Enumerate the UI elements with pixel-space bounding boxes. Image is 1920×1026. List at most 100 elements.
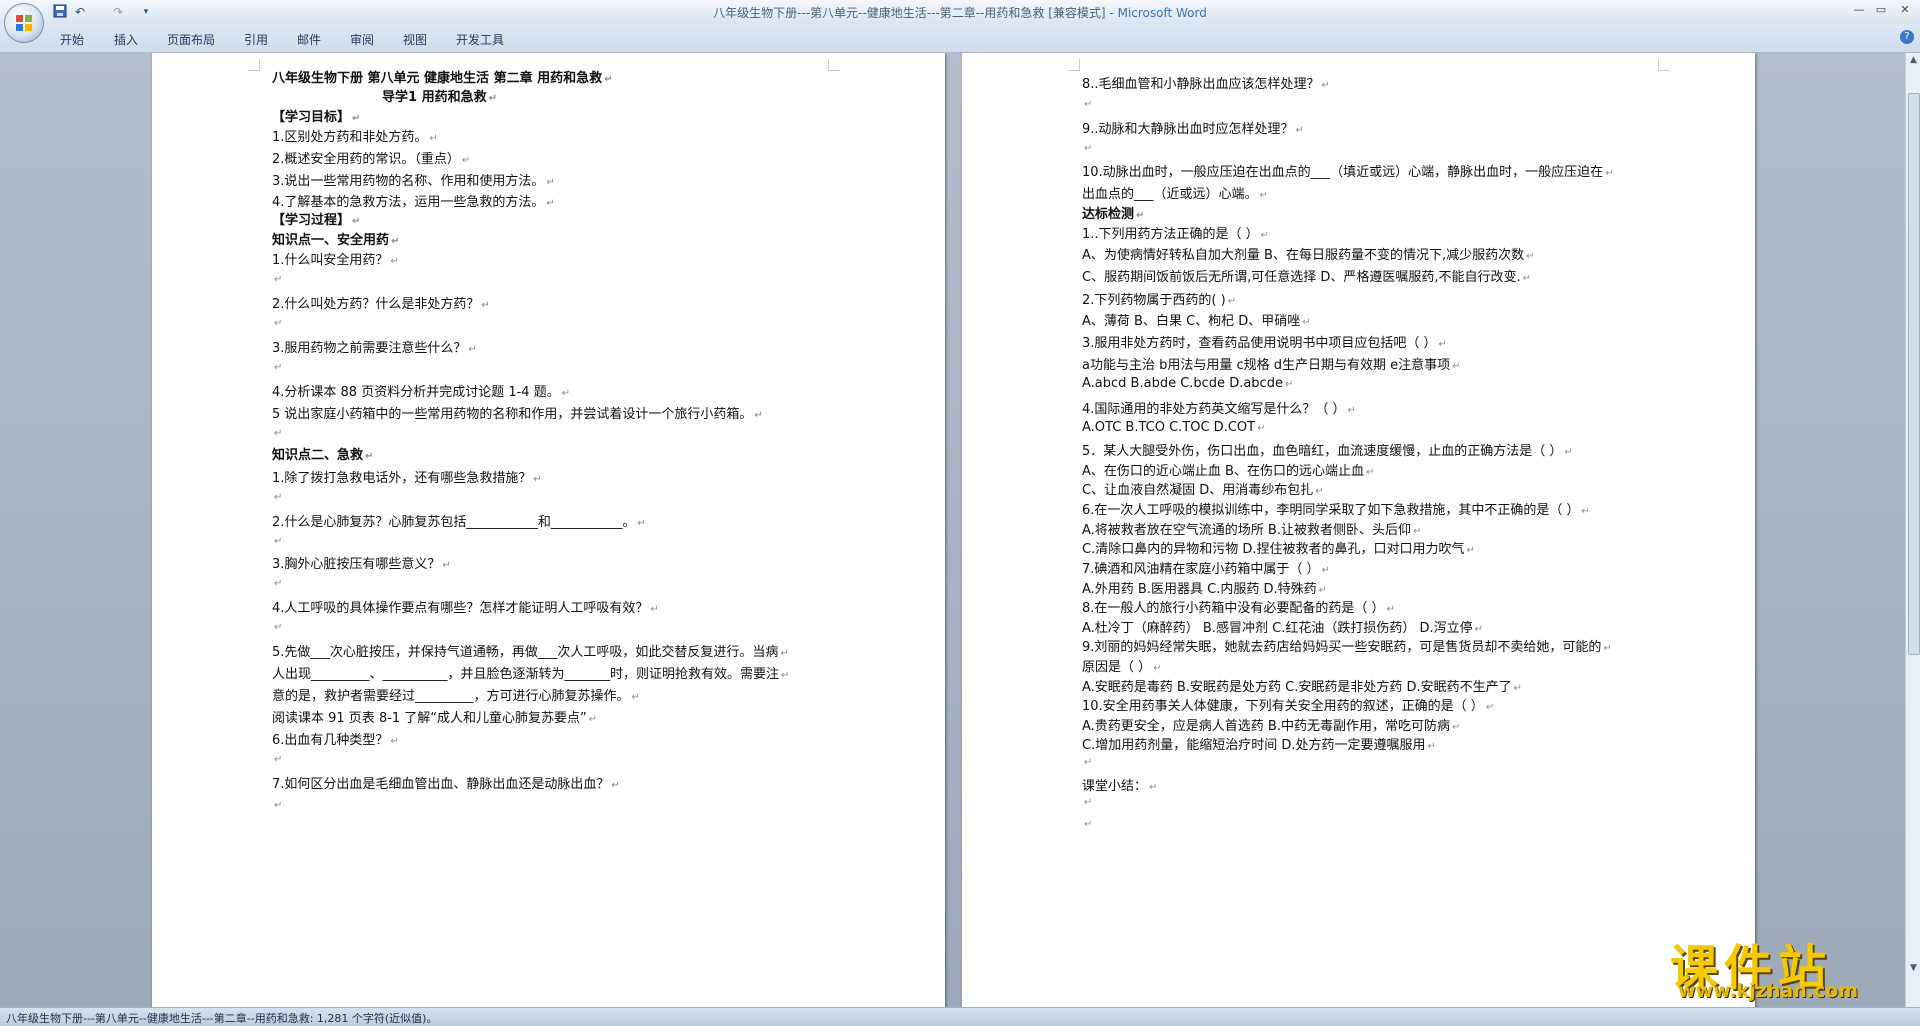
paragraph-mark-icon: ↵ [429,133,438,144]
paragraph-line: 10.安全用药事关人体健康，下列有关安全用药的叙述，正确的是（ ） ↵ [1082,695,1494,714]
paragraph-mark-icon: ↵ [604,74,613,85]
line-text: 6.出血有几种类型？ [272,733,389,748]
paragraph-mark-icon: ↵ [274,754,283,765]
line-text: 3.胸外心脏按压有哪些意义？ [272,557,441,572]
paragraph-mark-icon: ↵ [1526,251,1535,262]
paragraph-line: 7.碘酒和风油精在家庭小药箱中属于（ ） ↵ [1082,558,1330,577]
paragraph-mark-icon: ↵ [754,410,763,421]
paragraph-mark-icon: ↵ [488,93,497,104]
paragraph-line: 4.人工呼吸的具体操作要点有哪些？怎样才能证明人工呼吸有效？ ↵ [272,597,659,616]
help-icon[interactable]: ? [1900,30,1914,44]
line-text: 知识点二、急救 [272,448,364,463]
paragraph-line: A.安眠药是毒药 B.安眠药是处方药 C.安眠药是非处方药 D.安眠药不生产了 ↵ [1082,676,1522,695]
line-text: 1.区别处方药和非处方药。 [272,130,428,145]
tab-insert[interactable]: 插入 [114,31,138,48]
paragraph-mark-icon: ↵ [1153,663,1162,674]
document-page-1[interactable]: 八年级生物下册 第八单元 健康地生活 第二章 用药和急救 ↵ 导学1 用药和急救 ↵ 【… [152,53,945,1007]
paragraph-line: A.贵药更安全，应是病人首选药 B.中药无毒副作用，常吃可防病 ↵ [1082,715,1460,734]
paragraph-mark-icon: ↵ [546,198,555,209]
paragraph-line: 2.下列药物属于西药的( ) ↵ [1082,289,1236,308]
line-text: 10.安全用药事关人体健康，下列有关安全用药的叙述，正确的是（ ） [1082,699,1484,714]
paragraph-line: ↵ [272,271,282,286]
paragraph-line: 【学习目标】 ↵ [272,106,360,125]
paragraph-line: 4.分析课本 88 页资料分析并完成讨论题 1-4 题。 ↵ [272,381,570,400]
paragraph-line: A、在伤口的近心端止血 B、在伤口的远心端止血 ↵ [1082,460,1374,479]
tab-view[interactable]: 视图 [403,31,427,48]
paragraph-line: 出血点的___（近或远）心端。 ↵ [1082,183,1268,202]
paragraph-line: ↵ [272,575,282,590]
paragraph-line: 10.动脉出血时，一般应压迫在出血点的___（填近或远）心端，静脉出血时，一般应… [1082,161,1614,180]
paragraph-line: A.将被救者放在空气流通的场所 B.让被救者侧卧、头后仰 ↵ [1082,519,1421,538]
scroll-up-icon[interactable]: ▲ [1908,55,1919,66]
vertical-scrollbar[interactable]: ▲ ▼ [1905,53,1920,1007]
paragraph-line: ↵ [272,425,282,440]
line-text: 意的是，救护者需要经过_________，方可进行心肺复苏操作。 [272,689,630,704]
close-icon[interactable]: ✕ [1896,3,1914,17]
paragraph-mark-icon: ↵ [1260,230,1270,241]
document-page-2[interactable]: 8..毛细血管和小静脉出血应该怎样处理？ ↵ ↵ 9..动脉和大静脉出血时应怎样处理？… [962,53,1755,1007]
tab-review[interactable]: 审阅 [350,31,374,48]
tab-page-layout[interactable]: 页面布局 [167,31,215,48]
paragraph-mark-icon: ↵ [1513,683,1522,694]
paragraph-line: 9..动脉和大静脉出血时应怎样处理？ ↵ [1082,118,1304,137]
site-watermark: 课件站 www.kjzhan.com [1660,928,1905,1004]
paragraph-mark-icon: ↵ [274,362,283,373]
status-bar: 八年级生物下册---第八单元--健康地生活---第二章--用药和急救: 1,28… [0,1007,1920,1026]
paragraph-mark-icon: ↵ [1427,741,1436,752]
crop-mark [1658,59,1670,71]
office-button-icon[interactable] [4,3,44,43]
paragraph-mark-icon: ↵ [1295,125,1304,136]
paragraph-line: 导学1 用药和急救 ↵ [382,86,497,105]
paragraph-line: 8..毛细血管和小静脉出血应该怎样处理？ ↵ [1082,73,1330,92]
minimize-icon[interactable]: — [1850,3,1868,17]
paragraph-line: 6.出血有几种类型？ ↵ [272,729,399,748]
paragraph-line: 1.区别处方药和非处方药。 ↵ [272,126,438,145]
paragraph-mark-icon: ↵ [1581,506,1590,517]
scroll-down-icon[interactable]: ▼ [1908,963,1919,974]
paragraph-mark-icon: ↵ [1474,624,1483,635]
paragraph-line: 【学习过程】 ↵ [272,209,360,228]
paragraph-mark-icon: ↵ [274,800,283,811]
line-text: 5.先做___次心脏按压，并保持气道通畅，再做___次人工呼吸，如此交替反复进行… [272,645,779,660]
paragraph-mark-icon: ↵ [352,113,361,124]
paragraph-mark-icon: ↵ [481,300,490,311]
paragraph-mark-icon: ↵ [274,578,283,589]
document-workspace[interactable]: 八年级生物下册 第八单元 健康地生活 第二章 用药和急救 ↵ 导学1 用药和急救 ↵ 【… [0,53,1905,1007]
paragraph-line: C.清除口鼻内的异物和污物 D.捏住被救者的鼻孔，口对口用力吹气 ↵ [1082,538,1475,557]
paragraph-mark-icon: ↵ [1466,545,1475,556]
paragraph-mark-icon: ↵ [1365,467,1375,478]
paragraph-mark-icon: ↵ [1321,80,1330,91]
maximize-icon[interactable]: ▭ [1872,3,1890,17]
paragraph-line: 4.了解基本的急救方法，运用一些急救的方法。 ↵ [272,191,555,210]
paragraph-line: A、薄荷 B、白果 C、枸杞 D、甲硝唑 ↵ [1082,310,1311,329]
tab-home[interactable]: 开始 [60,31,84,48]
paragraph-line: 2.什么是心肺复苏？心肺复苏包括___________和___________。… [272,511,646,530]
paragraph-mark-icon: ↵ [650,604,659,615]
line-text: 课堂小结： [1082,779,1148,794]
tab-mailings[interactable]: 邮件 [297,31,321,48]
paragraph-mark-icon: ↵ [588,714,598,725]
paragraph-line: 9.刘丽的妈妈经常失眠，她就去药店给妈妈买一些安眠药，可是售货员却不卖给她，可能… [1082,636,1612,655]
line-text: 4.人工呼吸的具体操作要点有哪些？怎样才能证明人工呼吸有效？ [272,601,649,616]
paragraph-line: 3.服用药物之前需要注意些什么？ ↵ [272,337,477,356]
tab-developer[interactable]: 开发工具 [456,31,504,48]
paragraph-line: ↵ [272,359,282,374]
paragraph-mark-icon: ↵ [561,388,571,399]
paragraph-mark-icon: ↵ [1386,604,1395,615]
paragraph-line: 3.胸外心脏按压有哪些意义？ ↵ [272,553,451,572]
paragraph-line: 意的是，救护者需要经过_________，方可进行心肺复苏操作。 ↵ [272,685,640,704]
scrollbar-thumb[interactable] [1908,93,1920,655]
line-text: 人出现_________、__________，并且脸色逐渐转为_______时… [272,667,780,682]
paragraph-line: ↵ [1082,794,1092,809]
paragraph-mark-icon: ↵ [274,492,283,503]
paragraph-mark-icon: ↵ [1522,273,1532,284]
paragraph-line: 4.国际通用的非处方药英文缩写是什么？（ ） ↵ [1082,398,1356,417]
paragraph-line: ↵ [272,751,282,766]
paragraph-line: C.增加用药剂量，能缩短治疗时间 D.处方药一定要遵嘱服用 ↵ [1082,734,1436,753]
line-text: 达标检测 [1082,207,1135,222]
line-text: 导学1 用药和急救 [382,90,487,105]
line-text: 9..动脉和大静脉出血时应怎样处理？ [1082,122,1294,137]
line-text: 2.概述安全用药的常识。（重点） [272,152,460,167]
tab-references[interactable]: 引用 [244,31,268,48]
line-text: A、在伤口的近心端止血 B、在伤口的远心端止血 [1082,464,1364,479]
